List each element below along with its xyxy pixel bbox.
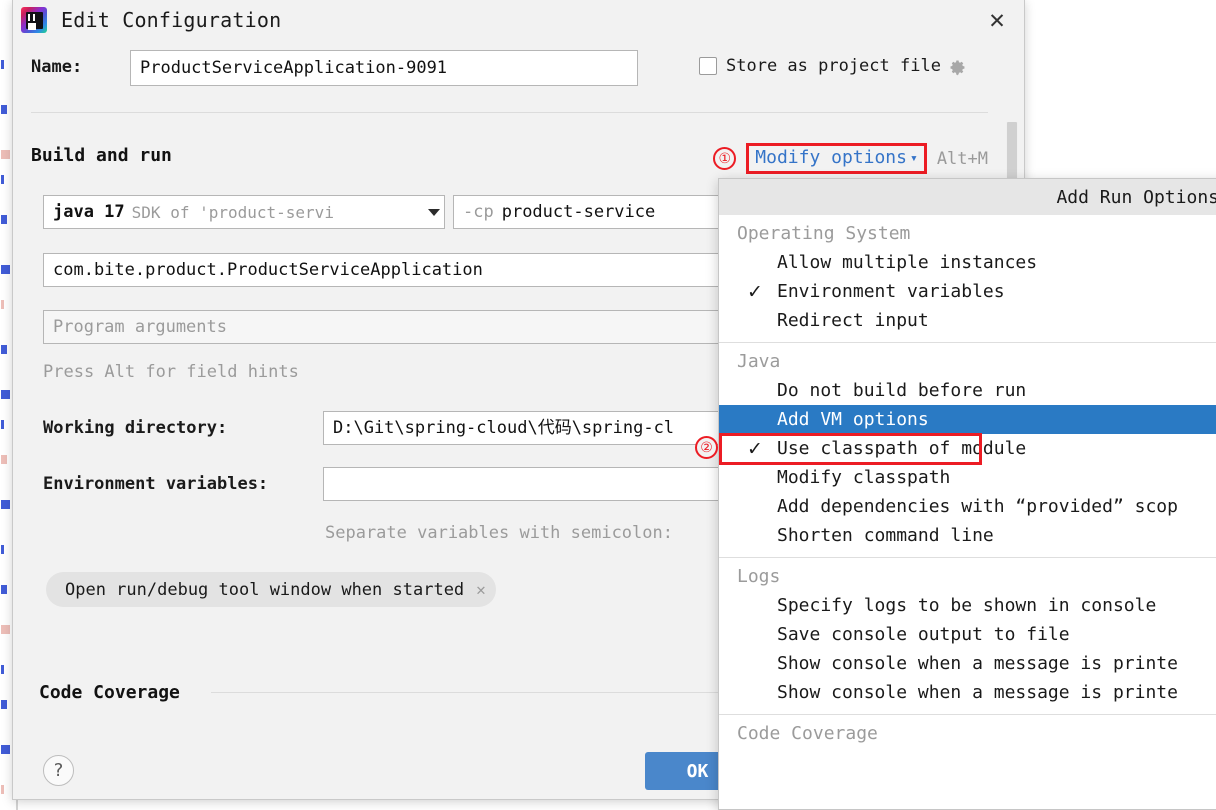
code-line [1,500,10,509]
code-line [1,625,10,634]
code-line [1,345,7,354]
code-line [1,700,7,709]
menu-item[interactable]: Redirect input [719,306,1216,335]
popup-header: Add Run Options [719,179,1216,215]
build-and-run-section-title: Build and run [31,145,172,166]
menu-item-label: Use classpath of module [777,438,1027,459]
menu-group-label: Logs [737,566,781,587]
code-line [1,545,4,554]
menu-group-label: Code Coverage [737,723,878,744]
working-directory-label: Working directory: [43,418,228,438]
modify-options-button[interactable]: Modify options ▾ [746,143,927,174]
dropdown-arrow-icon [428,208,440,216]
menu-item-label: Specify logs to be shown in console [777,595,1157,616]
store-as-project-file-checkbox[interactable] [699,57,717,75]
modify-options-label: Modify options [755,147,907,168]
menu-item-label: Add VM options [777,409,929,430]
menu-item-label: Show console when a message is printe [777,682,1178,703]
dialog-titlebar: Edit Configuration ✕ [13,0,1024,42]
menu-item-label: Add dependencies with “provided” scop [777,496,1178,517]
menu-group-label: Operating System [737,223,911,244]
code-line [1,745,10,754]
chevron-down-icon: ▾ [909,151,918,166]
working-directory-input[interactable]: D:\Git\spring-cloud\代码\spring-cl [323,411,743,445]
name-divider [31,112,988,113]
code-line [1,785,4,794]
menu-item[interactable]: Show console when a message is printe [719,649,1216,678]
open-run-debug-tool-window-chip[interactable]: Open run/debug tool window when started … [46,572,496,607]
menu-item-label: Environment variables [777,281,1005,302]
code-line [1,665,4,674]
code-line [1,455,7,464]
jre-sdk-combo[interactable]: java 17 SDK of 'product-servi [43,195,445,229]
popup-header-label: Add Run Options [1056,186,1216,208]
code-line [1,175,4,184]
sdk-description: SDK of 'product-servi [131,202,334,222]
code-line [1,390,10,399]
dialog-title: Edit Configuration [61,8,282,32]
menu-group-label: Java [737,351,781,372]
menu-item[interactable]: Modify classpath [719,463,1216,492]
code-line [1,300,4,309]
menu-item[interactable]: Specify logs to be shown in console [719,591,1216,620]
menu-item[interactable]: Save console output to file [719,620,1216,649]
classpath-field[interactable]: -cp product-service [453,195,743,229]
menu-item-label: Shorten command line [777,525,994,546]
store-as-project-file-label: Store as project file [726,56,941,76]
name-input[interactable]: ProductServiceApplication-9091 [130,50,638,86]
menu-item[interactable]: Allow multiple instances [719,248,1216,277]
environment-variables-label: Environment variables: [43,474,269,494]
store-as-project-file-group: Store as project file [699,56,967,76]
chip-label: Open run/debug tool window when started [65,579,465,600]
menu-item-label: Do not build before run [777,380,1027,401]
menu-item[interactable]: ✓ Use classpath of module [719,434,1216,463]
help-button[interactable]: ? [43,755,74,786]
menu-item[interactable]: ✓ Environment variables [719,277,1216,306]
close-icon[interactable]: ✕ [476,580,486,599]
code-line [1,60,4,69]
menu-item-label: Save console output to file [777,624,1070,645]
modify-options-popup-menu: Add Run Options Operating System Allow mu… [718,178,1216,810]
menu-item-label: Redirect input [777,310,929,331]
classpath-flag: -cp [463,202,494,222]
sdk-name: java 17 [53,202,125,222]
menu-item[interactable]: Add VM options [719,405,1216,434]
menu-item[interactable]: Shorten command line [719,521,1216,550]
separator-hint-text: Separate variables with semicolon: [325,523,673,543]
field-hint-text: Press Alt for field hints [43,362,299,382]
code-line [1,585,7,594]
code-line [1,420,4,429]
program-arguments-input[interactable]: Program arguments [43,310,733,344]
menu-item-label: Modify classpath [777,467,951,488]
check-icon: ✓ [747,438,763,460]
check-icon: ✓ [747,281,763,303]
menu-item[interactable]: Add dependencies with “provided” scop [719,492,1216,521]
menu-item[interactable]: Do not build before run [719,376,1216,405]
menu-item-label: Allow multiple instances [777,252,1038,273]
annotation-marker-2: ② [695,436,718,459]
modify-options-shortcut: Alt+M [936,148,988,169]
modify-options-group: ① Modify options ▾ Alt+M [713,143,988,174]
annotation-marker-1: ① [713,147,737,170]
menu-item-label: Show console when a message is printe [777,653,1178,674]
main-class-input[interactable]: com.bite.product.ProductServiceApplicati… [43,253,743,287]
classpath-module: product-service [501,202,656,222]
name-row: Name: ProductServiceApplication-9091 Sto… [13,48,1024,94]
name-label: Name: [31,57,83,77]
code-line [1,265,10,274]
menu-item[interactable]: Show console when a message is printe [719,678,1216,707]
close-icon[interactable]: ✕ [984,8,1010,34]
code-coverage-section-title: Code Coverage [39,682,180,703]
code-line [1,150,10,159]
intellij-idea-logo-icon [21,7,47,33]
environment-variables-input[interactable] [323,467,743,501]
popup-menu-body: Operating System Allow multiple instances… [719,215,1216,748]
gear-icon[interactable] [950,59,967,76]
code-line [1,105,7,114]
code-line [1,215,7,224]
